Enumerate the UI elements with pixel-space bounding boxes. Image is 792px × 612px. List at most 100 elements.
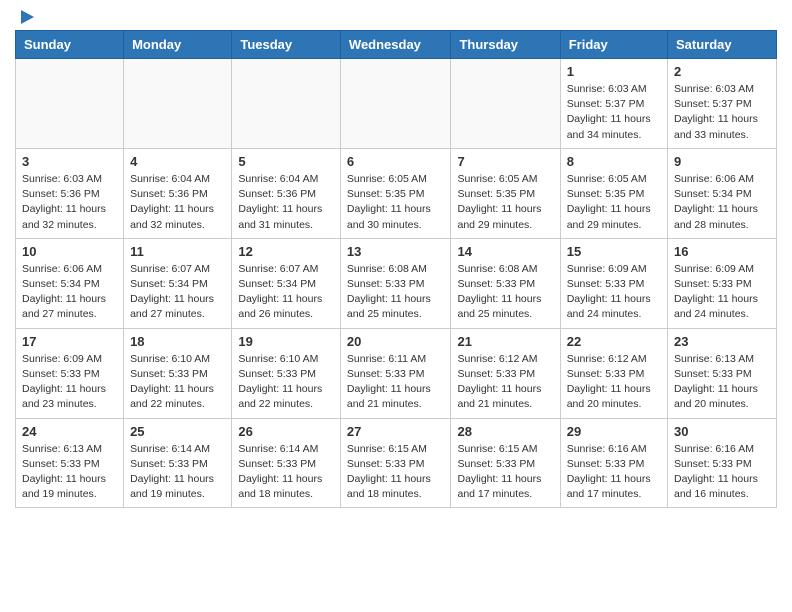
calendar-day-cell: 3 Sunrise: 6:03 AM Sunset: 5:36 PM Daylig…	[16, 148, 124, 238]
day-info: Sunrise: 6:09 AM Sunset: 5:33 PM Dayligh…	[674, 262, 770, 323]
day-info: Sunrise: 6:06 AM Sunset: 5:34 PM Dayligh…	[22, 262, 117, 323]
calendar-day-cell: 22 Sunrise: 6:12 AM Sunset: 5:33 PM Dayli…	[560, 328, 667, 418]
day-info: Sunrise: 6:09 AM Sunset: 5:33 PM Dayligh…	[22, 352, 117, 413]
day-number: 14	[457, 244, 553, 259]
calendar-day-cell: 17Sunrise: 6:09 AM Sunset: 5:33 PM Dayli…	[16, 328, 124, 418]
day-number: 2	[674, 64, 770, 79]
day-number: 13	[347, 244, 445, 259]
calendar-day-cell: 29 Sunrise: 6:16 AM Sunset: 5:33 PM Dayli…	[560, 418, 667, 508]
day-number: 26	[238, 424, 334, 439]
calendar-day-cell: 11 Sunrise: 6:07 AM Sunset: 5:34 PM Dayli…	[124, 238, 232, 328]
day-number: 29	[567, 424, 661, 439]
calendar-table: SundayMondayTuesdayWednesdayThursdayFrid…	[15, 30, 777, 508]
day-info: Sunrise: 6:13 AM Sunset: 5:33 PM Dayligh…	[674, 352, 770, 413]
page-header	[15, 10, 777, 22]
weekday-header: Thursday	[451, 31, 560, 59]
weekday-header: Sunday	[16, 31, 124, 59]
weekday-header: Wednesday	[340, 31, 451, 59]
calendar-day-cell: 6 Sunrise: 6:05 AM Sunset: 5:35 PM Daylig…	[340, 148, 451, 238]
day-number: 15	[567, 244, 661, 259]
calendar-day-cell: 9 Sunrise: 6:06 AM Sunset: 5:34 PM Daylig…	[668, 148, 777, 238]
calendar-day-cell: 27Sunrise: 6:15 AM Sunset: 5:33 PM Dayli…	[340, 418, 451, 508]
day-info: Sunrise: 6:03 AM Sunset: 5:36 PM Dayligh…	[22, 172, 117, 233]
day-number: 28	[457, 424, 553, 439]
calendar-day-cell	[16, 59, 124, 149]
day-number: 9	[674, 154, 770, 169]
day-number: 5	[238, 154, 334, 169]
calendar-day-cell: 2 Sunrise: 6:03 AM Sunset: 5:37 PM Daylig…	[668, 59, 777, 149]
calendar-day-cell: 28 Sunrise: 6:15 AM Sunset: 5:33 PM Dayli…	[451, 418, 560, 508]
day-info: Sunrise: 6:12 AM Sunset: 5:33 PM Dayligh…	[457, 352, 553, 413]
calendar-day-cell	[451, 59, 560, 149]
day-number: 18	[130, 334, 225, 349]
day-info: Sunrise: 6:05 AM Sunset: 5:35 PM Dayligh…	[347, 172, 445, 233]
day-info: Sunrise: 6:12 AM Sunset: 5:33 PM Dayligh…	[567, 352, 661, 413]
calendar-day-cell: 7 Sunrise: 6:05 AM Sunset: 5:35 PM Daylig…	[451, 148, 560, 238]
calendar-day-cell: 16 Sunrise: 6:09 AM Sunset: 5:33 PM Dayli…	[668, 238, 777, 328]
calendar-day-cell: 18 Sunrise: 6:10 AM Sunset: 5:33 PM Dayli…	[124, 328, 232, 418]
calendar-day-cell: 19 Sunrise: 6:10 AM Sunset: 5:33 PM Dayli…	[232, 328, 341, 418]
calendar-day-cell: 20 Sunrise: 6:11 AM Sunset: 5:33 PM Dayli…	[340, 328, 451, 418]
calendar-day-cell	[124, 59, 232, 149]
day-info: Sunrise: 6:06 AM Sunset: 5:34 PM Dayligh…	[674, 172, 770, 233]
day-info: Sunrise: 6:16 AM Sunset: 5:33 PM Dayligh…	[674, 442, 770, 503]
day-number: 7	[457, 154, 553, 169]
day-info: Sunrise: 6:04 AM Sunset: 5:36 PM Dayligh…	[130, 172, 225, 233]
day-info: Sunrise: 6:05 AM Sunset: 5:35 PM Dayligh…	[457, 172, 553, 233]
calendar-day-cell: 25Sunrise: 6:14 AM Sunset: 5:33 PM Dayli…	[124, 418, 232, 508]
day-info: Sunrise: 6:08 AM Sunset: 5:33 PM Dayligh…	[457, 262, 553, 323]
calendar-day-cell: 12Sunrise: 6:07 AM Sunset: 5:34 PM Dayli…	[232, 238, 341, 328]
day-info: Sunrise: 6:04 AM Sunset: 5:36 PM Dayligh…	[238, 172, 334, 233]
day-number: 3	[22, 154, 117, 169]
calendar-day-cell: 8Sunrise: 6:05 AM Sunset: 5:35 PM Daylig…	[560, 148, 667, 238]
day-info: Sunrise: 6:10 AM Sunset: 5:33 PM Dayligh…	[130, 352, 225, 413]
logo	[15, 10, 34, 22]
day-info: Sunrise: 6:07 AM Sunset: 5:34 PM Dayligh…	[130, 262, 225, 323]
day-number: 30	[674, 424, 770, 439]
calendar-day-cell: 1Sunrise: 6:03 AM Sunset: 5:37 PM Daylig…	[560, 59, 667, 149]
day-number: 4	[130, 154, 225, 169]
calendar-day-cell: 13 Sunrise: 6:08 AM Sunset: 5:33 PM Dayli…	[340, 238, 451, 328]
day-number: 23	[674, 334, 770, 349]
calendar-day-cell: 30 Sunrise: 6:16 AM Sunset: 5:33 PM Dayli…	[668, 418, 777, 508]
calendar-week-row: 3 Sunrise: 6:03 AM Sunset: 5:36 PM Daylig…	[16, 148, 777, 238]
weekday-header: Saturday	[668, 31, 777, 59]
calendar-day-cell: 26Sunrise: 6:14 AM Sunset: 5:33 PM Dayli…	[232, 418, 341, 508]
day-number: 22	[567, 334, 661, 349]
day-info: Sunrise: 6:03 AM Sunset: 5:37 PM Dayligh…	[674, 82, 770, 143]
weekday-header: Monday	[124, 31, 232, 59]
calendar-day-cell: 10 Sunrise: 6:06 AM Sunset: 5:34 PM Dayli…	[16, 238, 124, 328]
day-info: Sunrise: 6:15 AM Sunset: 5:33 PM Dayligh…	[457, 442, 553, 503]
calendar-header-row: SundayMondayTuesdayWednesdayThursdayFrid…	[16, 31, 777, 59]
day-number: 16	[674, 244, 770, 259]
calendar-week-row: 17Sunrise: 6:09 AM Sunset: 5:33 PM Dayli…	[16, 328, 777, 418]
day-number: 27	[347, 424, 445, 439]
calendar-day-cell: 14 Sunrise: 6:08 AM Sunset: 5:33 PM Dayli…	[451, 238, 560, 328]
day-info: Sunrise: 6:13 AM Sunset: 5:33 PM Dayligh…	[22, 442, 117, 503]
weekday-header: Tuesday	[232, 31, 341, 59]
day-info: Sunrise: 6:08 AM Sunset: 5:33 PM Dayligh…	[347, 262, 445, 323]
calendar-day-cell: 15Sunrise: 6:09 AM Sunset: 5:33 PM Dayli…	[560, 238, 667, 328]
calendar-week-row: 10 Sunrise: 6:06 AM Sunset: 5:34 PM Dayli…	[16, 238, 777, 328]
day-info: Sunrise: 6:03 AM Sunset: 5:37 PM Dayligh…	[567, 82, 661, 143]
day-number: 20	[347, 334, 445, 349]
calendar-day-cell: 23 Sunrise: 6:13 AM Sunset: 5:33 PM Dayli…	[668, 328, 777, 418]
calendar-day-cell	[232, 59, 341, 149]
day-info: Sunrise: 6:07 AM Sunset: 5:34 PM Dayligh…	[238, 262, 334, 323]
day-number: 11	[130, 244, 225, 259]
calendar-week-row: 1Sunrise: 6:03 AM Sunset: 5:37 PM Daylig…	[16, 59, 777, 149]
day-number: 6	[347, 154, 445, 169]
day-number: 19	[238, 334, 334, 349]
day-number: 10	[22, 244, 117, 259]
calendar-day-cell: 24 Sunrise: 6:13 AM Sunset: 5:33 PM Dayli…	[16, 418, 124, 508]
calendar-week-row: 24 Sunrise: 6:13 AM Sunset: 5:33 PM Dayli…	[16, 418, 777, 508]
day-info: Sunrise: 6:11 AM Sunset: 5:33 PM Dayligh…	[347, 352, 445, 413]
calendar-day-cell: 5 Sunrise: 6:04 AM Sunset: 5:36 PM Daylig…	[232, 148, 341, 238]
calendar-day-cell: 21 Sunrise: 6:12 AM Sunset: 5:33 PM Dayli…	[451, 328, 560, 418]
logo-icon	[16, 8, 34, 26]
day-info: Sunrise: 6:16 AM Sunset: 5:33 PM Dayligh…	[567, 442, 661, 503]
day-number: 24	[22, 424, 117, 439]
day-info: Sunrise: 6:10 AM Sunset: 5:33 PM Dayligh…	[238, 352, 334, 413]
calendar-day-cell: 4 Sunrise: 6:04 AM Sunset: 5:36 PM Daylig…	[124, 148, 232, 238]
day-number: 21	[457, 334, 553, 349]
